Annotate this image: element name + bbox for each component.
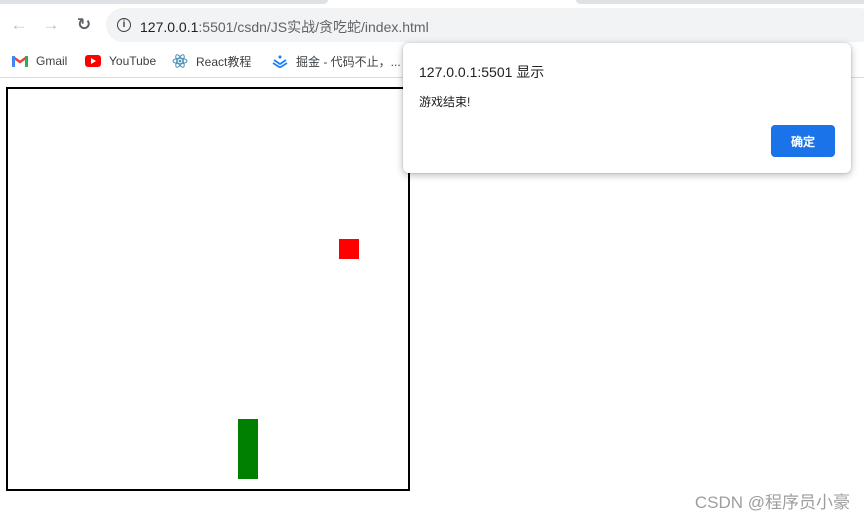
url-text[interactable]: 127.0.0.1:5501/csdn/JS实战/贪吃蛇/index.html (140, 17, 429, 37)
food (339, 239, 359, 259)
gmail-icon (12, 53, 28, 69)
watermark: CSDN @程序员小豪 (694, 493, 850, 512)
reload-icon[interactable]: ↻ (73, 14, 95, 36)
react-icon (172, 53, 188, 69)
bookmark-youtube[interactable]: YouTube (85, 52, 156, 70)
dialog-title: 127.0.0.1:5501 显示 (419, 64, 545, 80)
snake-segment (238, 459, 258, 479)
juejin-icon (272, 53, 288, 69)
ok-button[interactable]: 确定 (771, 125, 835, 157)
snake-segment (238, 419, 258, 439)
youtube-icon (85, 53, 101, 69)
snake-segment (238, 439, 258, 459)
arrow-left-icon[interactable]: ← (8, 14, 30, 36)
game-board (6, 87, 410, 491)
arrow-right-icon[interactable]: → (40, 14, 62, 36)
info-icon[interactable]: i (117, 18, 131, 32)
bookmark-gmail[interactable]: Gmail (12, 52, 67, 70)
alert-dialog: 127.0.0.1:5501 显示 游戏结束! 确定 (403, 43, 851, 173)
browser-toolbar: ← → ↻ i 127.0.0.1:5501/csdn/JS实战/贪吃蛇/ind… (0, 4, 864, 44)
dialog-message: 游戏结束! (419, 95, 471, 109)
address-bar[interactable]: i 127.0.0.1:5501/csdn/JS实战/贪吃蛇/index.htm… (106, 8, 864, 42)
bookmark-juejin[interactable]: 掘金 - 代码不止，... (272, 52, 401, 70)
bookmark-react[interactable]: React教程 (172, 52, 251, 70)
